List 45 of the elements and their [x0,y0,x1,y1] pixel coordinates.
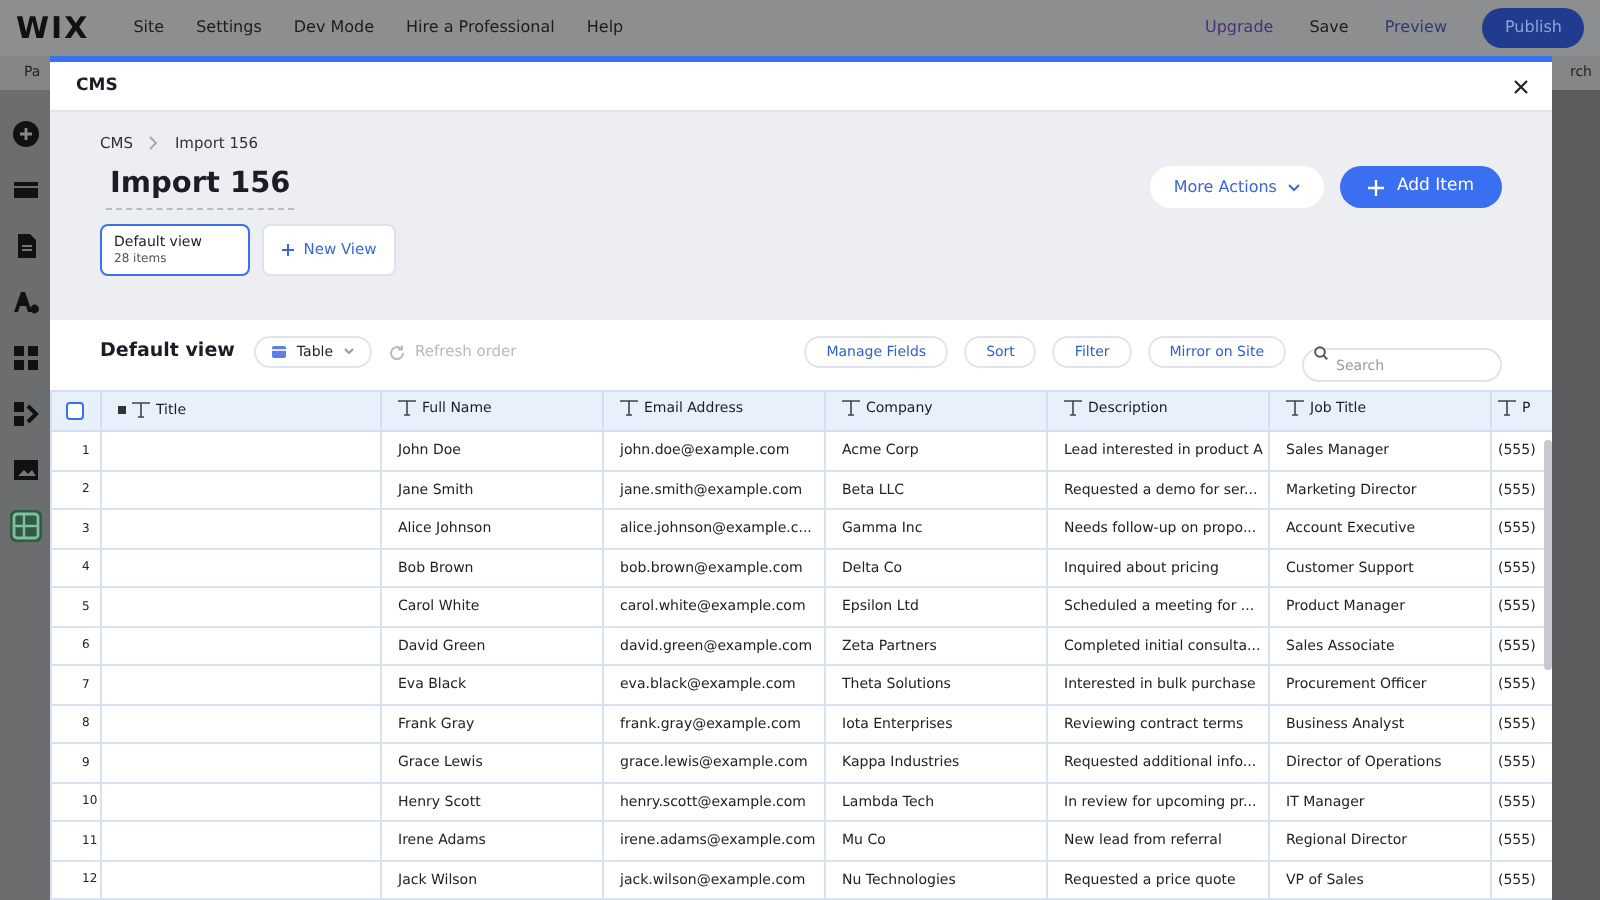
sidebar-button[interactable] [9,398,41,430]
more-actions-button[interactable]: More Actions [1149,166,1325,208]
plus-icon [281,244,294,256]
save-link[interactable]: Save [1309,16,1349,40]
add-item-button[interactable]: Add Item [1340,166,1502,208]
sidebar-button[interactable] [9,510,41,542]
table-icon [11,512,39,540]
logo: WIX [16,7,90,50]
sections-icon [11,176,39,204]
add-icon [11,120,39,148]
text-field-icon [398,400,416,417]
sidebar-button[interactable] [9,118,41,150]
text-field-icon [1064,400,1082,417]
theme-icon [11,288,39,316]
menu-item[interactable]: Settings [196,16,262,40]
preview-link[interactable]: Preview [1384,16,1447,40]
text-field-icon [1286,400,1304,417]
apps-grid-icon [11,344,39,372]
text-field-icon [132,402,150,419]
sidebar-button[interactable] [9,286,41,318]
scrollbar[interactable] [1544,440,1552,670]
collection-title[interactable]: Import 156 [106,164,295,210]
chevron-down-icon [1288,183,1301,192]
blocks-icon [11,400,39,428]
sidebar-button[interactable] [9,342,41,374]
text-field-icon [1498,400,1516,417]
select-all-checkbox[interactable] [66,401,84,420]
plus-icon [1368,179,1385,196]
menu-item[interactable]: Hire a Professional [406,16,555,40]
dialog-title: CMS [76,73,118,99]
view-title: Default view [100,337,235,366]
sidebar-button[interactable] [9,454,41,486]
chevron-down-icon [343,348,354,355]
menu-item[interactable]: Dev Mode [293,16,375,40]
table-icon [272,345,287,358]
refresh-icon [387,343,406,361]
text-field-icon [842,400,860,417]
menu-item[interactable]: Site [133,16,165,40]
text-field-icon [620,400,638,417]
menu-item[interactable]: Help [586,16,624,40]
upgrade-link[interactable]: Upgrade [1205,16,1274,40]
publish-button[interactable]: Publish [1482,8,1584,48]
close-button[interactable] [1510,75,1532,97]
image-icon [11,456,39,484]
chevron-right-icon [148,136,159,151]
